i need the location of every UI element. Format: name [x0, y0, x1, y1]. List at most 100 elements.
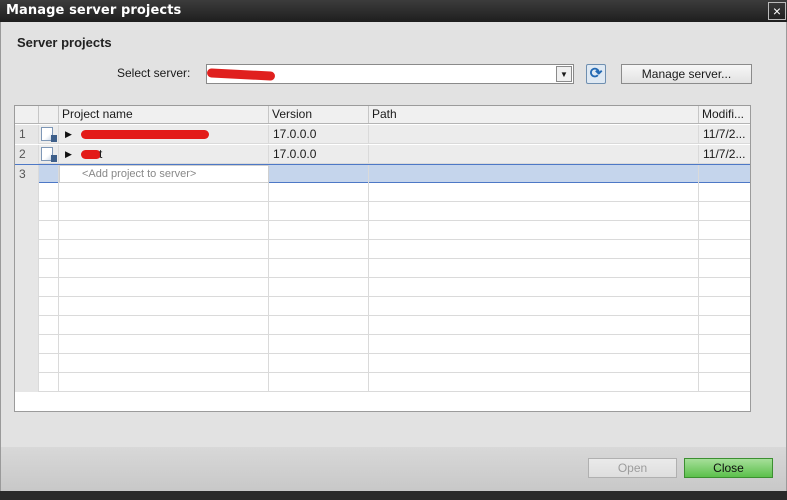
add-project-input[interactable]: <Add project to server> — [59, 165, 269, 183]
row-number: 3 — [15, 165, 39, 183]
empty-cell — [39, 354, 59, 373]
column-header-version[interactable]: Version — [269, 106, 369, 123]
empty-cell — [39, 259, 59, 278]
select-server-combobox[interactable]: ▼ — [206, 64, 574, 84]
expand-arrow-icon[interactable]: ▶ — [65, 145, 72, 163]
table-row[interactable]: 2 ▶ t 17.0.0.0 11/7/2... — [15, 145, 750, 164]
add-project-row[interactable]: 3 <Add project to server> — [15, 164, 750, 183]
project-icon-cell — [39, 165, 59, 183]
version-cell: 17.0.0.0 — [269, 125, 369, 144]
project-name-text: t — [99, 147, 103, 161]
row-number — [15, 240, 39, 259]
close-icon[interactable]: × — [768, 2, 786, 20]
empty-cell — [699, 354, 750, 373]
empty-table-row — [15, 373, 750, 392]
row-number — [15, 202, 39, 221]
empty-cell — [59, 202, 269, 221]
empty-cell — [269, 221, 369, 240]
empty-cell — [269, 202, 369, 221]
empty-cell — [369, 259, 699, 278]
column-header-modified[interactable]: Modifi... — [699, 106, 750, 123]
empty-cell — [59, 373, 269, 392]
empty-cell — [39, 221, 59, 240]
row-number — [15, 278, 39, 297]
section-heading: Server projects — [17, 35, 112, 50]
empty-table-row — [15, 259, 750, 278]
column-header-project-name[interactable]: Project name — [59, 106, 269, 123]
empty-cell — [39, 316, 59, 335]
empty-cell — [39, 278, 59, 297]
empty-table-row — [15, 335, 750, 354]
empty-cell — [269, 297, 369, 316]
empty-cell — [369, 354, 699, 373]
table-header: Project name Version Path Modifi... — [15, 106, 750, 124]
empty-cell — [269, 335, 369, 354]
header-corner — [15, 106, 39, 123]
empty-cell — [699, 202, 750, 221]
empty-cell — [699, 297, 750, 316]
empty-cell — [269, 354, 369, 373]
modified-cell: 11/7/2... — [699, 125, 750, 144]
project-name-cell[interactable]: ▶ — [59, 125, 269, 144]
empty-cell — [59, 335, 269, 354]
empty-cell — [39, 297, 59, 316]
empty-cell — [59, 240, 269, 259]
empty-cell — [39, 183, 59, 202]
empty-table-row — [15, 202, 750, 221]
empty-cell — [699, 373, 750, 392]
modified-cell — [699, 165, 750, 183]
redaction-mark — [81, 130, 209, 139]
empty-table-row — [15, 297, 750, 316]
redaction-mark — [81, 150, 101, 159]
empty-cell — [59, 278, 269, 297]
manage-server-button[interactable]: Manage server... — [621, 64, 752, 84]
row-number — [15, 297, 39, 316]
empty-cell — [269, 278, 369, 297]
close-button[interactable]: Close — [684, 458, 773, 478]
column-header-path[interactable]: Path — [369, 106, 699, 123]
empty-cell — [59, 297, 269, 316]
empty-table-row — [15, 240, 750, 259]
header-icon-col — [39, 106, 59, 123]
empty-cell — [369, 183, 699, 202]
empty-table-row — [15, 183, 750, 202]
empty-cell — [699, 316, 750, 335]
empty-cell — [269, 373, 369, 392]
project-name-cell[interactable]: ▶ t — [59, 145, 269, 164]
row-number: 1 — [15, 125, 39, 144]
empty-cell — [369, 278, 699, 297]
project-file-icon — [41, 127, 57, 142]
empty-cell — [369, 240, 699, 259]
empty-cell — [699, 183, 750, 202]
open-button[interactable]: Open — [588, 458, 677, 478]
empty-cell — [699, 335, 750, 354]
expand-arrow-icon[interactable]: ▶ — [65, 125, 72, 143]
empty-cell — [369, 335, 699, 354]
version-cell: 17.0.0.0 — [269, 145, 369, 164]
empty-table-row — [15, 354, 750, 373]
dialog-footer: Open Close — [0, 447, 787, 491]
refresh-icon[interactable]: ⟳ — [586, 64, 606, 84]
empty-cell — [269, 183, 369, 202]
title-bar: Manage server projects × — [0, 0, 787, 22]
version-cell — [269, 165, 369, 183]
empty-cell — [59, 316, 269, 335]
select-server-label: Select server: — [117, 66, 191, 80]
table-row[interactable]: 1 ▶ 17.0.0.0 11/7/2... — [15, 125, 750, 144]
empty-cell — [699, 278, 750, 297]
project-icon-cell — [39, 145, 59, 164]
row-number — [15, 259, 39, 278]
project-icon-cell — [39, 125, 59, 144]
empty-cell — [59, 259, 269, 278]
row-number — [15, 221, 39, 240]
empty-cell — [369, 202, 699, 221]
bottom-strip — [0, 491, 787, 500]
row-number — [15, 354, 39, 373]
empty-table-row — [15, 316, 750, 335]
empty-cell — [699, 240, 750, 259]
row-number — [15, 373, 39, 392]
projects-table: Project name Version Path Modifi... 1 ▶ … — [14, 105, 751, 412]
row-number — [15, 183, 39, 202]
empty-cell — [39, 240, 59, 259]
chevron-down-icon[interactable]: ▼ — [556, 66, 572, 82]
